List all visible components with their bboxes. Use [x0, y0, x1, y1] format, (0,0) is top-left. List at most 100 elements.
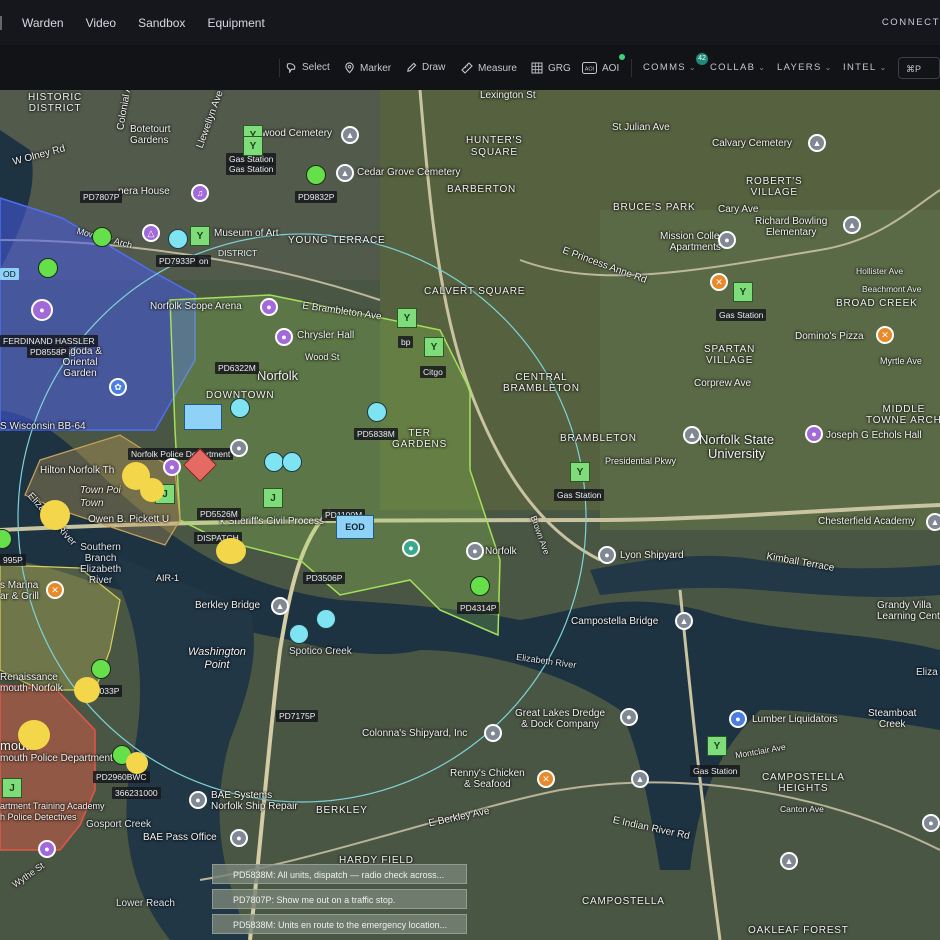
stadium-icon[interactable]: ●	[402, 539, 420, 557]
unit-label-od[interactable]: OD	[0, 268, 19, 280]
unit-label-pd7807p[interactable]: PD7807P	[80, 191, 123, 203]
unit-label-995p[interactable]: 995P	[0, 554, 26, 566]
unit-label-pd3506p[interactable]: PD3506P	[303, 572, 346, 584]
area-marker-box[interactable]	[184, 404, 222, 430]
gas-station-icon[interactable]: Y	[190, 226, 210, 246]
shipyard-icon[interactable]: ●	[598, 546, 616, 564]
gas-station-icon[interactable]: Y	[733, 282, 753, 302]
unit-pin-pd4314p[interactable]	[470, 576, 490, 596]
university-hall-icon[interactable]: ●	[805, 425, 823, 443]
unit-label-pd4314p[interactable]: PD4314P	[457, 602, 500, 614]
school-icon[interactable]: ▲	[780, 852, 798, 870]
map-view[interactable]: HISTORIC DISTRICT Colonial Av Botetourt Ga…	[0, 90, 940, 940]
unit-pin-pd7175p[interactable]	[289, 624, 309, 644]
arena-icon[interactable]: ●	[260, 298, 278, 316]
museum-icon[interactable]: △	[142, 224, 160, 242]
unit-pin-pd3506p[interactable]	[316, 609, 336, 629]
unit-label-pd7175p[interactable]: PD7175P	[276, 710, 319, 722]
chat-toast[interactable]: PD7807P: Show me out on a traffic stop.	[212, 889, 467, 909]
nav-video[interactable]: Video	[86, 16, 116, 30]
unit-pin-cyan[interactable]	[282, 452, 302, 472]
bridge-icon[interactable]: ▲	[675, 612, 693, 630]
cluster-cloud-icon[interactable]	[74, 677, 100, 703]
chat-toast[interactable]: PD5838M: All units, dispatch — radio che…	[212, 864, 467, 884]
unit-label-pd5526m[interactable]: PD5526M	[197, 508, 241, 520]
location-icon[interactable]: ●	[466, 542, 484, 560]
place-chrysler-hall: Chrysler Hall	[297, 330, 355, 341]
unit-label-pd8558p[interactable]: PD8558P	[27, 346, 70, 358]
music-venue-icon[interactable]: ♫	[191, 184, 209, 202]
unit-pin-pd7933p[interactable]	[168, 229, 188, 249]
collab-menu[interactable]: COLLAB ⌄	[710, 62, 766, 73]
cluster-cloud-icon[interactable]	[216, 538, 246, 564]
police-station-icon[interactable]: ●	[230, 439, 248, 457]
place-berkley-bridge: Berkley Bridge	[195, 600, 261, 611]
place-washington-point: Washington Point	[188, 646, 246, 671]
school-icon[interactable]: ▲	[926, 513, 940, 531]
company-icon[interactable]: ●	[620, 708, 638, 726]
location-icon[interactable]: ▲	[631, 770, 649, 788]
location-icon[interactable]: ●	[922, 814, 940, 832]
unit-pin-pd0033p[interactable]	[91, 659, 111, 679]
select-tool[interactable]: Select	[286, 62, 330, 73]
measure-tool[interactable]: Measure	[461, 62, 517, 74]
office-icon[interactable]: ●	[230, 829, 248, 847]
garden-icon[interactable]: ✿	[109, 378, 127, 396]
unit-label-366231000[interactable]: 366231000	[112, 787, 161, 799]
marker-tool[interactable]: Marker	[344, 62, 391, 74]
eod-marker[interactable]: EOD	[336, 515, 374, 539]
theater-icon[interactable]: ●	[275, 328, 293, 346]
aoi-tool[interactable]: AOI AOI	[582, 62, 619, 74]
unit-label-npd[interactable]: Norfolk Police Department	[128, 448, 234, 460]
cemetery-icon[interactable]: ▲	[808, 134, 826, 152]
landmark-icon[interactable]: ●	[38, 840, 56, 858]
nav-warden[interactable]: Warden	[22, 16, 64, 30]
company-icon[interactable]: ●	[189, 791, 207, 809]
cemetery-icon[interactable]: ▲	[336, 164, 354, 182]
unit-label-pd6322m[interactable]: PD6322M	[215, 362, 259, 374]
ship-icon[interactable]: ●	[31, 299, 53, 321]
gas-station-icon[interactable]: Y	[570, 462, 590, 482]
nav-equipment[interactable]: Equipment	[207, 16, 264, 30]
restaurant-icon[interactable]: ✕	[46, 581, 64, 599]
chat-toast[interactable]: PD5838M: Units en route to the emergency…	[212, 914, 467, 934]
police-unit-icon[interactable]: J	[2, 778, 22, 798]
hotel-icon[interactable]: ●	[163, 458, 181, 476]
cemetery-icon[interactable]: ▲	[341, 126, 359, 144]
draw-tool[interactable]: Draw	[406, 62, 445, 73]
school-icon[interactable]: ▲	[843, 216, 861, 234]
unit-label-pd5838m[interactable]: PD5838M	[354, 428, 398, 440]
intel-menu[interactable]: INTEL ⌄	[843, 62, 887, 73]
cluster-cloud-icon[interactable]	[40, 500, 70, 530]
restaurant-icon[interactable]: ✕	[876, 326, 894, 344]
unit-pin-pd6322m[interactable]	[230, 398, 250, 418]
gas-station-icon[interactable]: Y	[397, 308, 417, 328]
unit-pin-green[interactable]	[38, 258, 58, 278]
gas-station-icon[interactable]: Y	[424, 337, 444, 357]
nav-sandbox[interactable]: Sandbox	[138, 16, 185, 30]
gas-station-icon[interactable]: Y	[243, 136, 263, 156]
gas-station-icon[interactable]: Y	[707, 736, 727, 756]
grg-tool[interactable]: GRG	[531, 62, 571, 74]
location-icon[interactable]: ●	[718, 231, 736, 249]
connect-button[interactable]: CONNECT	[882, 17, 940, 28]
comms-menu[interactable]: COMMS ⌄	[643, 62, 697, 73]
layers-menu[interactable]: LAYERS ⌄	[777, 62, 833, 73]
cluster-cloud-icon[interactable]	[140, 478, 164, 502]
university-icon[interactable]: ▲	[683, 426, 701, 444]
unit-pin-pd7807p[interactable]	[92, 227, 112, 247]
police-unit-icon[interactable]: J	[263, 488, 283, 508]
shipyard-icon[interactable]: ●	[484, 724, 502, 742]
store-icon[interactable]: ●	[729, 710, 747, 728]
unit-pin-pd9832p[interactable]	[306, 165, 326, 185]
restaurant-icon[interactable]: ✕	[710, 273, 728, 291]
cluster-cloud-icon[interactable]	[126, 752, 148, 774]
unit-label-pd9832p[interactable]: PD9832P	[295, 191, 338, 203]
unit-pin-pd5838m[interactable]	[367, 402, 387, 422]
unit-label-pd7933p[interactable]: PD7933P	[156, 255, 199, 267]
restaurant-icon[interactable]: ✕	[537, 770, 555, 788]
command-palette-button[interactable]: ⌘P	[898, 57, 940, 79]
cluster-cloud-icon[interactable]	[18, 720, 50, 750]
unit-pin-cyan[interactable]	[264, 452, 284, 472]
bridge-icon[interactable]: ▲	[271, 597, 289, 615]
